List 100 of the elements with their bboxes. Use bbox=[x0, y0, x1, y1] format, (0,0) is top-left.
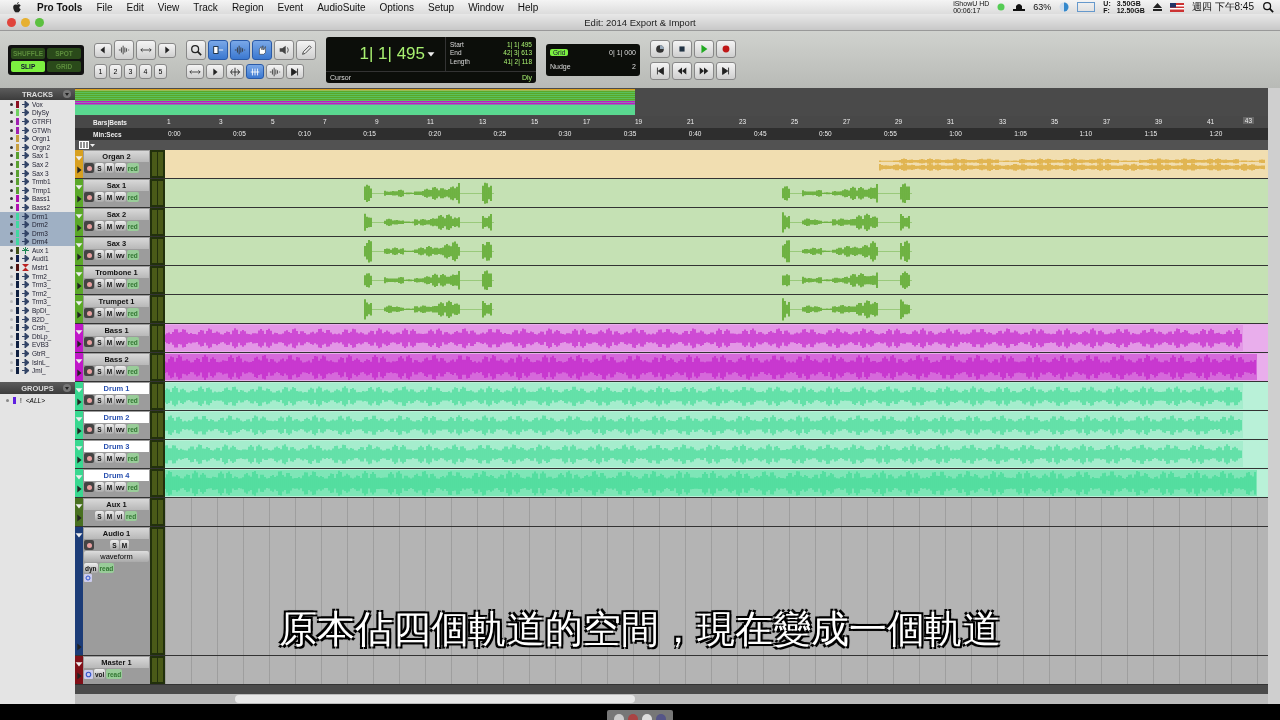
record-enable-button[interactable] bbox=[84, 337, 94, 347]
column-view-icon[interactable] bbox=[79, 141, 95, 149]
hat-icon[interactable] bbox=[1013, 3, 1026, 11]
visibility-dot[interactable] bbox=[10, 317, 13, 321]
menu-icon[interactable] bbox=[63, 384, 71, 392]
visibility-dot[interactable] bbox=[10, 274, 13, 278]
record-enable-button[interactable] bbox=[84, 395, 94, 405]
clock[interactable]: 週四 下午8:45 bbox=[1191, 0, 1254, 14]
skip-forward-icon bbox=[720, 64, 732, 77]
link-button[interactable] bbox=[246, 64, 264, 79]
visibility-dot[interactable] bbox=[10, 231, 13, 235]
visibility-dot[interactable] bbox=[10, 197, 13, 201]
menu-item[interactable]: Event bbox=[270, 1, 311, 13]
record-enable-button[interactable] bbox=[84, 279, 94, 289]
record-enable-button[interactable] bbox=[84, 424, 94, 434]
search-icon[interactable] bbox=[1262, 1, 1274, 13]
visibility-dot[interactable] bbox=[10, 248, 13, 252]
level-meter bbox=[150, 237, 165, 265]
close-button[interactable] bbox=[7, 17, 16, 27]
visibility-dot[interactable] bbox=[10, 240, 13, 244]
visibility-dot[interactable] bbox=[10, 257, 13, 261]
tool-option-button[interactable] bbox=[286, 64, 304, 79]
visibility-dot[interactable] bbox=[10, 162, 13, 166]
visibility-dot[interactable] bbox=[10, 102, 13, 106]
visibility-dot[interactable] bbox=[10, 223, 13, 227]
visibility-dot[interactable] bbox=[10, 205, 13, 209]
waveform-icon bbox=[118, 44, 130, 56]
menu-icon[interactable] bbox=[63, 90, 71, 98]
menu-item[interactable]: Window bbox=[461, 1, 511, 13]
visibility-dot[interactable] bbox=[10, 188, 13, 192]
online-button[interactable] bbox=[650, 39, 670, 58]
app-menu[interactable]: Pro Tools bbox=[30, 1, 90, 13]
go-to-end-button[interactable] bbox=[716, 61, 736, 80]
pencil-tool[interactable] bbox=[296, 40, 316, 60]
visibility-dot[interactable] bbox=[10, 369, 13, 373]
vertical-scrollbar[interactable] bbox=[1268, 88, 1280, 704]
visibility-dot[interactable] bbox=[10, 334, 13, 338]
menu-item[interactable]: File bbox=[89, 1, 120, 13]
record-enable-button[interactable] bbox=[84, 453, 94, 463]
hand-icon bbox=[256, 44, 268, 56]
visibility-dot[interactable] bbox=[10, 360, 13, 364]
menu-item[interactable]: AudioSuite bbox=[310, 1, 373, 13]
visibility-dot[interactable] bbox=[10, 120, 13, 123]
voice-icon[interactable] bbox=[84, 669, 93, 679]
waveform-icon bbox=[234, 44, 246, 56]
visibility-dot[interactable] bbox=[10, 171, 13, 175]
trim-icon bbox=[229, 65, 241, 78]
return-to-zero-button[interactable] bbox=[650, 61, 670, 80]
tool-option-button[interactable] bbox=[206, 64, 224, 79]
visibility-dot[interactable] bbox=[10, 145, 13, 149]
record-enable-button[interactable] bbox=[84, 308, 94, 318]
visibility-dot[interactable] bbox=[10, 180, 13, 184]
visibility-dot[interactable] bbox=[10, 154, 13, 158]
zoom-out-button[interactable] bbox=[94, 42, 112, 58]
visibility-dot[interactable] bbox=[10, 128, 13, 132]
record-enable-button[interactable] bbox=[84, 250, 94, 260]
record-enable-button[interactable] bbox=[84, 482, 94, 492]
scrollbar-thumb[interactable] bbox=[235, 695, 635, 703]
menu-item[interactable]: Edit bbox=[119, 1, 151, 13]
menu-item[interactable]: Help bbox=[510, 1, 546, 13]
voice-icon[interactable] bbox=[84, 574, 92, 582]
record-enable-button[interactable] bbox=[84, 163, 94, 173]
visibility-dot[interactable] bbox=[10, 214, 13, 218]
scrubber-tool[interactable] bbox=[274, 40, 294, 60]
menu-item[interactable]: Track bbox=[186, 1, 225, 13]
visibility-dot[interactable] bbox=[10, 343, 13, 347]
visibility-dot[interactable] bbox=[10, 352, 13, 355]
end-icon bbox=[289, 65, 301, 78]
wave-zoom-button[interactable] bbox=[114, 40, 134, 60]
record-enable-button[interactable] bbox=[84, 221, 94, 231]
meter-icon[interactable] bbox=[1077, 2, 1096, 12]
zoom-in-button[interactable] bbox=[158, 42, 176, 58]
eject-icon[interactable] bbox=[1152, 3, 1162, 11]
battery-percent[interactable]: 63% bbox=[1033, 2, 1052, 12]
record-enable-button[interactable] bbox=[84, 366, 94, 376]
trim-tool[interactable] bbox=[208, 40, 228, 60]
visibility-dot[interactable] bbox=[10, 111, 13, 115]
visibility-dot[interactable] bbox=[10, 309, 13, 313]
main-counter[interactable]: 1| 1| 495 bbox=[359, 43, 425, 64]
fast-forward-button[interactable] bbox=[694, 61, 714, 80]
zoomer-tool[interactable] bbox=[186, 40, 206, 60]
menu-item[interactable]: Region bbox=[224, 1, 271, 13]
menu-item[interactable]: Options bbox=[372, 1, 421, 13]
record-enable-button[interactable] bbox=[84, 192, 94, 202]
flag-icon[interactable] bbox=[1169, 2, 1184, 12]
record-button[interactable] bbox=[716, 39, 736, 58]
visibility-dot[interactable] bbox=[10, 283, 13, 287]
apple-icon[interactable] bbox=[12, 1, 22, 13]
menu-item[interactable]: View bbox=[150, 1, 187, 13]
pie-icon[interactable] bbox=[1059, 2, 1070, 12]
stop-button[interactable] bbox=[672, 39, 692, 58]
grabber-tool[interactable] bbox=[252, 40, 272, 60]
record-enable-button[interactable] bbox=[84, 540, 94, 550]
rewind-button[interactable] bbox=[672, 61, 692, 80]
visibility-dot[interactable] bbox=[10, 300, 13, 304]
menu-item[interactable]: Setup bbox=[421, 1, 462, 13]
visibility-dot[interactable] bbox=[10, 326, 13, 330]
visibility-dot[interactable] bbox=[10, 137, 13, 141]
visibility-dot[interactable] bbox=[10, 291, 13, 295]
visibility-dot[interactable] bbox=[10, 266, 13, 270]
